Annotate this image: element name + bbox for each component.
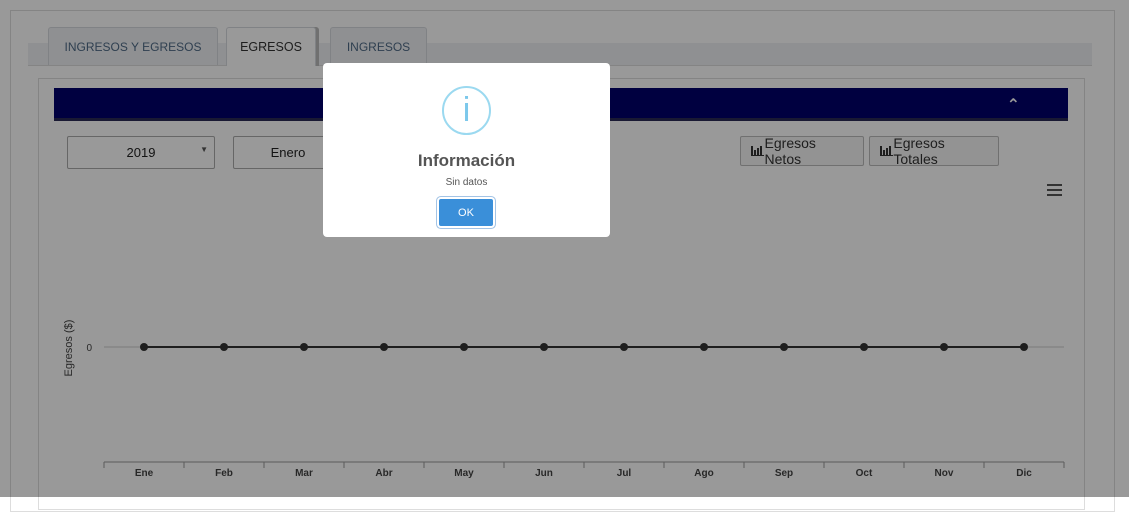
info-modal: i Información Sin datos OK [323,63,610,237]
modal-title: Información [417,151,516,170]
modal-text: Sin datos [445,177,488,188]
info-icon: i [442,86,491,135]
ok-button[interactable]: OK [439,199,493,226]
